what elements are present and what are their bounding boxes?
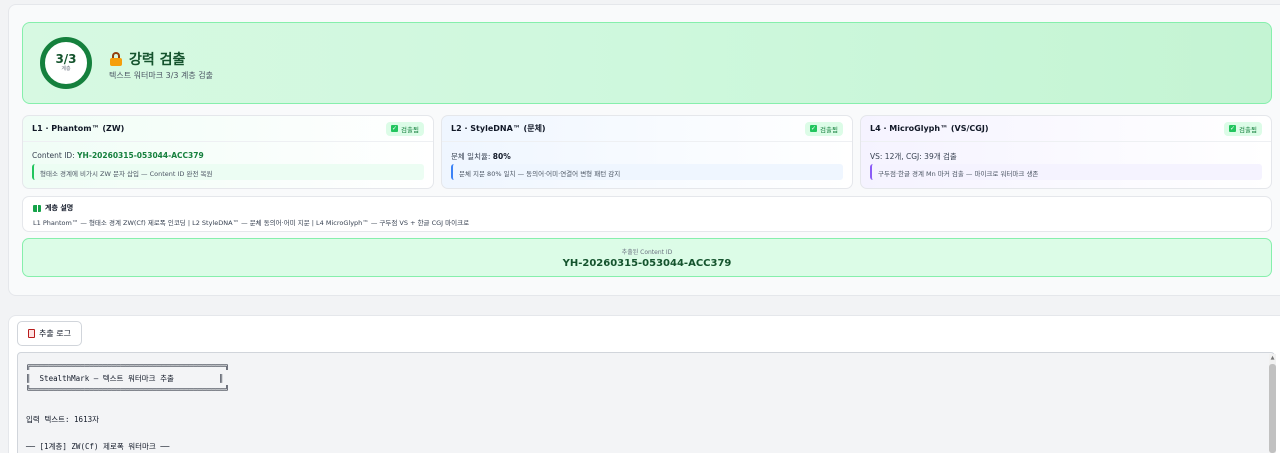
result-label: 문체 일치율: <box>451 152 493 161</box>
result-value: YH-20260315-053044-ACC379 <box>77 151 204 160</box>
log-line: ╔═══════════════════════════════════════… <box>26 361 230 370</box>
log-scrollbar[interactable]: ▲ <box>1269 354 1276 453</box>
book-icon <box>33 204 41 212</box>
detected-badge: ✓ 검출됨 <box>1224 121 1262 136</box>
extraction-log-output[interactable]: ╔═══════════════════════════════════════… <box>17 352 1275 453</box>
layer-card-note: 형태소 경계에 비가시 ZW 문자 삽입 — Content ID 완전 복원 <box>32 164 424 180</box>
result-value: 80% <box>492 152 511 161</box>
badge-label: 검출됨 <box>1239 125 1257 134</box>
detected-badge: ✓ 검출됨 <box>386 121 424 136</box>
check-icon: ✓ <box>1229 125 1237 132</box>
layer-card-note: 문체 지문 80% 일치 — 동의어·어미·연결어 변형 패턴 감지 <box>451 164 843 180</box>
badge-label: 검출됨 <box>401 125 419 134</box>
check-icon: ✓ <box>810 125 818 132</box>
detection-summary: 3/3 계층 강력 검출 텍스트 워터마크 3/3 계층 검출 <box>22 22 1272 104</box>
score-ring: 3/3 계층 <box>40 37 92 89</box>
check-icon: ✓ <box>391 125 399 132</box>
layer-card-l1: L1 · Phantom™ (ZW) ✓ 검출됨 Content ID: YH-… <box>22 115 434 189</box>
summary-subtitle: 텍스트 워터마크 3/3 계층 검출 <box>109 71 214 80</box>
content-id-box: 추출된 Content ID YH-20260315-053044-ACC379 <box>22 238 1272 277</box>
log-line: ── [1계층] ZW(Cf) 제로폭 워터마크 ── <box>26 442 170 451</box>
lock-icon <box>109 52 123 66</box>
legend-title: 계층 설명 <box>33 203 73 213</box>
extraction-log-button[interactable]: 추출 로그 <box>17 321 82 346</box>
summary-title: 강력 검출 <box>129 52 186 68</box>
layer-card-header: L2 · StyleDNA™ (문체) ✓ 검출됨 <box>442 116 852 142</box>
log-line: ║ StealthMark — 텍스트 워터마크 추출 ║ <box>26 374 224 383</box>
layer-card-title: L1 · Phantom™ (ZW) <box>32 124 125 133</box>
layer-card-l4: L4 · MicroGlyph™ (VS/CGJ) ✓ 검출됨 VS: 12개,… <box>860 115 1272 189</box>
content-id-label: 추출된 Content ID <box>621 249 673 256</box>
result-label: VS: 12개, CGJ: 39개 검출 <box>870 152 957 161</box>
scroll-up-icon[interactable]: ▲ <box>1269 354 1276 362</box>
score-unit: 계층 <box>61 66 71 72</box>
layer-legend: 계층 설명 L1 Phantom™ — 형태소 경계 ZW(Cf) 제로폭 인코… <box>22 196 1272 232</box>
log-line: 입력 텍스트: 1613자 <box>26 415 100 424</box>
layer-card-title: L2 · StyleDNA™ (문체) <box>451 124 546 133</box>
detected-badge: ✓ 검출됨 <box>805 121 843 136</box>
layer-card-result: Content ID: YH-20260315-053044-ACC379 <box>32 151 204 160</box>
summary-heading: 강력 검출 <box>109 49 185 69</box>
score-value: 3/3 <box>55 52 77 66</box>
log-line: ╚═══════════════════════════════════════… <box>26 385 230 394</box>
layer-card-header: L4 · MicroGlyph™ (VS/CGJ) ✓ 검출됨 <box>861 116 1271 142</box>
clipboard-icon <box>28 329 35 338</box>
content-id-value: YH-20260315-053044-ACC379 <box>562 258 732 269</box>
layer-card-note: 구두점·한글 경계 Mn 마커 검출 — 마이크로 워터마크 생존 <box>870 164 1262 180</box>
legend-title-text: 계층 설명 <box>45 204 74 212</box>
layer-card-header: L1 · Phantom™ (ZW) ✓ 검출됨 <box>23 116 433 142</box>
log-button-label: 추출 로그 <box>39 329 71 338</box>
layer-card-result: 문체 일치율: 80% <box>451 151 511 162</box>
result-label: Content ID: <box>32 151 78 160</box>
legend-text: L1 Phantom™ — 형태소 경계 ZW(Cf) 제로폭 인코딩 | L2… <box>33 219 470 227</box>
layer-card-title: L4 · MicroGlyph™ (VS/CGJ) <box>870 124 989 133</box>
layer-card-result: VS: 12개, CGJ: 39개 검출 <box>870 151 957 162</box>
badge-label: 검출됨 <box>820 125 838 134</box>
scrollbar-thumb[interactable] <box>1269 364 1276 453</box>
layer-card-l2: L2 · StyleDNA™ (문체) ✓ 검출됨 문체 일치율: 80% 문체… <box>441 115 853 189</box>
